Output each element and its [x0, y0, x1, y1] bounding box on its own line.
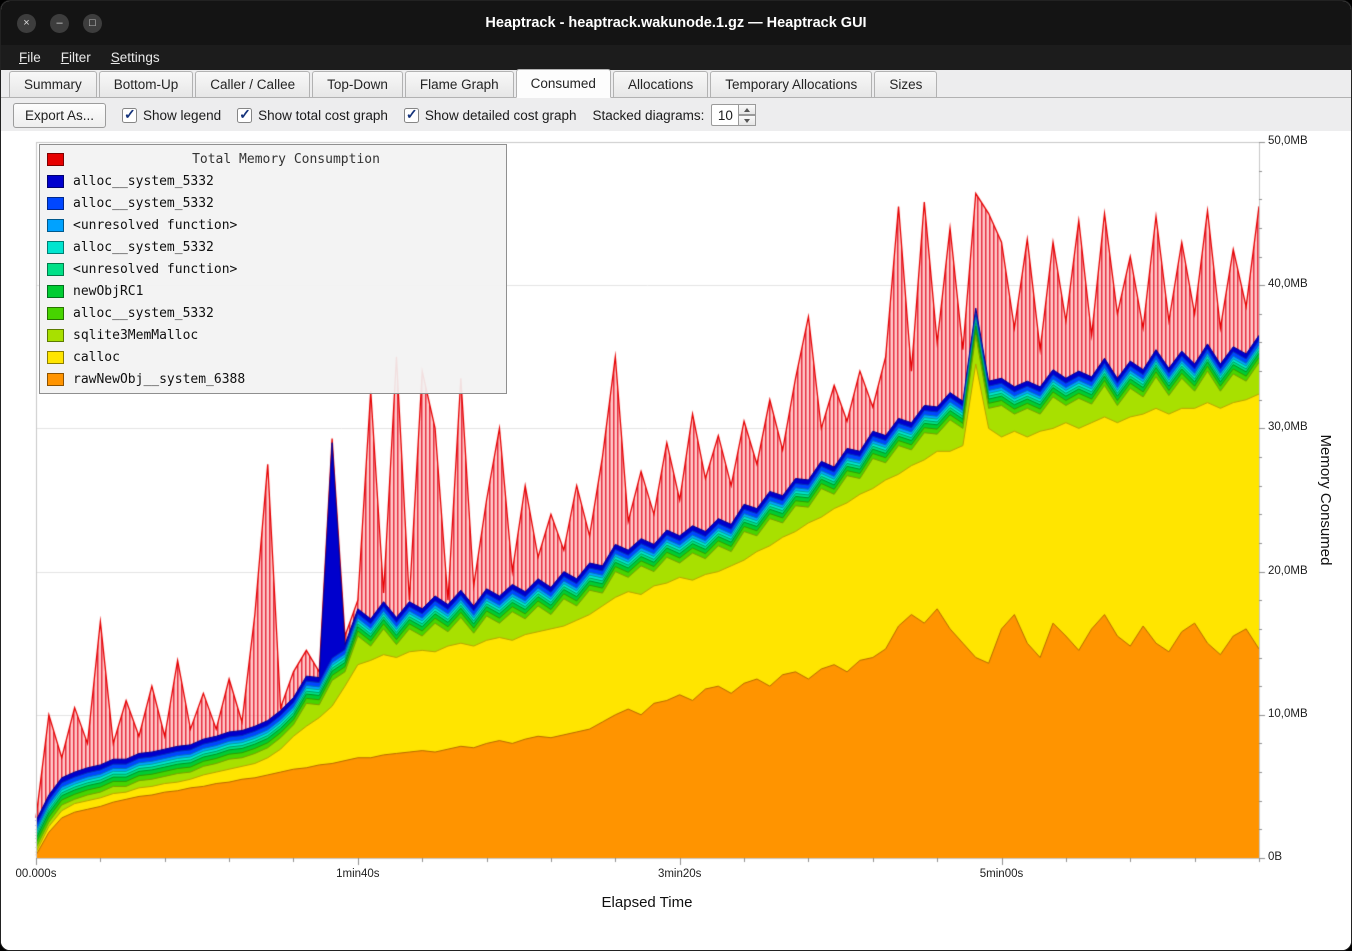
x-tick-label: 3min20s [658, 868, 701, 880]
window-title: Heaptrack - heaptrack.wakunode.1.gz — He… [1, 15, 1351, 31]
export-as-button[interactable]: Export As... [13, 103, 106, 128]
legend-entry-label: alloc__system_5332 [73, 196, 214, 211]
legend-entry-label: calloc [73, 350, 120, 365]
legend-entry-label: newObjRC1 [73, 284, 143, 299]
y-tick-label: 40,0MB [1268, 278, 1308, 290]
menu-filter[interactable]: Filter [51, 47, 101, 68]
titlebar[interactable]: × – □ Heaptrack - heaptrack.wakunode.1.g… [1, 1, 1351, 45]
legend-color-swatch [47, 263, 64, 276]
legend-color-swatch [47, 285, 64, 298]
legend-entry: newObjRC1 [47, 280, 499, 302]
legend-color-swatch [47, 219, 64, 232]
x-tick-label: 5min00s [980, 868, 1023, 880]
y-axis-title: Memory Consumed [1317, 435, 1334, 566]
stacked-diagrams-group: Stacked diagrams: 10 [593, 104, 757, 126]
minimize-button[interactable]: – [50, 14, 69, 33]
y-tick-label: 20,0MB [1268, 565, 1308, 577]
tab-caller-callee[interactable]: Caller / Callee [195, 71, 310, 97]
stacked-diagrams-spinner[interactable]: 10 [711, 104, 756, 126]
show-detailed-cost-graph-checkbox[interactable]: Show detailed cost graph [404, 108, 577, 123]
chart-legend: Total Memory Consumption alloc__system_5… [39, 144, 507, 394]
legend-entry: alloc__system_5332 [47, 170, 499, 192]
legend-entry: alloc__system_5332 [47, 192, 499, 214]
menu-settings[interactable]: Settings [101, 47, 170, 68]
tab-summary[interactable]: Summary [9, 71, 97, 97]
checkbox-icon[interactable] [404, 108, 419, 123]
tab-consumed[interactable]: Consumed [516, 69, 611, 98]
window-controls: × – □ [17, 1, 102, 45]
legend-entry-label: alloc__system_5332 [73, 174, 214, 189]
legend-color-swatch [47, 351, 64, 364]
stacked-diagrams-label: Stacked diagrams: [593, 108, 705, 123]
x-axis-title: Elapsed Time [602, 894, 693, 911]
legend-color-swatch [47, 197, 64, 210]
legend-entry: <unresolved function> [47, 214, 499, 236]
menu-file[interactable]: File [9, 47, 51, 68]
legend-total-swatch [47, 153, 64, 166]
show-legend-checkbox[interactable]: Show legend [122, 108, 221, 123]
show-total-cost-graph-checkbox[interactable]: Show total cost graph [237, 108, 388, 123]
legend-color-swatch [47, 307, 64, 320]
legend-entry: rawNewObj__system_6388 [47, 368, 499, 390]
legend-entry-label: alloc__system_5332 [73, 240, 214, 255]
tab-allocations[interactable]: Allocations [613, 71, 708, 97]
legend-color-swatch [47, 373, 64, 386]
tab-flame-graph[interactable]: Flame Graph [405, 71, 514, 97]
show-legend-label: Show legend [143, 108, 221, 123]
legend-entry-label: rawNewObj__system_6388 [73, 372, 245, 387]
stacked-diagrams-value[interactable]: 10 [711, 104, 739, 126]
y-tick-label: 30,0MB [1268, 421, 1308, 433]
legend-entry: sqlite3MemMalloc [47, 324, 499, 346]
legend-entries: alloc__system_5332 alloc__system_5332 <unr… [47, 170, 499, 390]
x-tick-label: 00.000s [16, 868, 57, 880]
y-tick-label: 10,0MB [1268, 708, 1308, 720]
legend-entry: alloc__system_5332 [47, 236, 499, 258]
legend-color-swatch [47, 241, 64, 254]
tab-bottom-up[interactable]: Bottom-Up [99, 71, 194, 97]
legend-entry: <unresolved function> [47, 258, 499, 280]
legend-entry-label: sqlite3MemMalloc [73, 328, 198, 343]
chevron-up-icon [744, 108, 750, 112]
menubar: File Filter Settings [1, 45, 1351, 70]
legend-color-swatch [47, 175, 64, 188]
legend-entry: calloc [47, 346, 499, 368]
legend-title: Total Memory Consumption [73, 152, 499, 167]
legend-entry-label: <unresolved function> [73, 218, 237, 233]
close-button[interactable]: × [17, 14, 36, 33]
heaptrack-window: × – □ Heaptrack - heaptrack.wakunode.1.g… [0, 0, 1352, 951]
legend-color-swatch [47, 329, 64, 342]
stacked-diagrams-down-button[interactable] [739, 115, 756, 126]
x-tick-label: 1min40s [336, 868, 379, 880]
tab-top-down[interactable]: Top-Down [312, 71, 403, 97]
show-detailed-cost-graph-label: Show detailed cost graph [425, 108, 577, 123]
maximize-button[interactable]: □ [83, 14, 102, 33]
show-total-cost-graph-label: Show total cost graph [258, 108, 388, 123]
legend-entry: alloc__system_5332 [47, 302, 499, 324]
tab-sizes[interactable]: Sizes [874, 71, 937, 97]
checkbox-icon[interactable] [122, 108, 137, 123]
toolbar: Export As... Show legend Show total cost… [1, 98, 1351, 133]
chevron-down-icon [744, 119, 750, 123]
tab-temporary-allocations[interactable]: Temporary Allocations [710, 71, 872, 97]
stacked-diagrams-up-button[interactable] [739, 104, 756, 115]
checkbox-icon[interactable] [237, 108, 252, 123]
chart-area: 00.000s 1min40s 3min20s 5min00s 0B 10,0MB 20,… [1, 131, 1351, 950]
tab-bar: Summary Bottom-Up Caller / Callee Top-Do… [1, 70, 1351, 98]
legend-title-row: Total Memory Consumption [47, 148, 499, 170]
legend-entry-label: <unresolved function> [73, 262, 237, 277]
y-tick-label: 0B [1268, 851, 1282, 863]
legend-entry-label: alloc__system_5332 [73, 306, 214, 321]
y-tick-label: 50,0MB [1268, 135, 1308, 147]
